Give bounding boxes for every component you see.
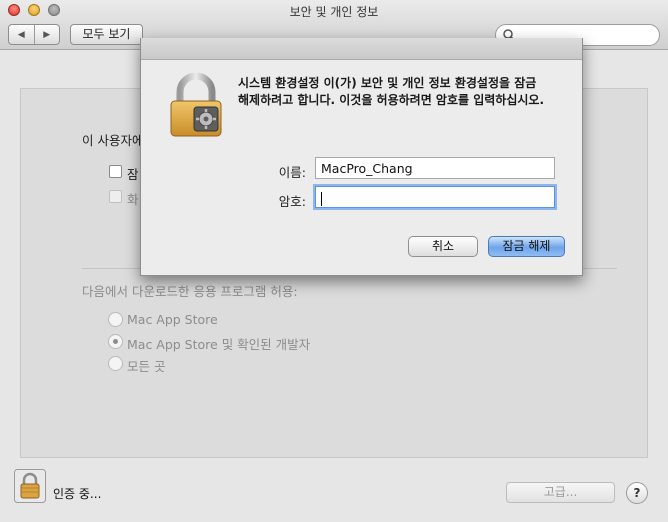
screen-message-label: 화: [127, 192, 139, 207]
forward-arrow-icon[interactable]: ▶: [33, 25, 60, 44]
help-button[interactable]: ?: [626, 482, 648, 504]
lock-icon[interactable]: [14, 469, 46, 503]
back-arrow-icon[interactable]: ◀: [9, 25, 34, 44]
unlock-button[interactable]: 잠금 해제: [488, 236, 565, 257]
advanced-button[interactable]: 고급...: [506, 482, 615, 503]
radio-identified-developers[interactable]: [108, 334, 123, 349]
require-password-label: 잠: [127, 167, 139, 182]
allow-apps-label: 다음에서 다운로드한 응용 프로그램 허용:: [82, 284, 298, 299]
screen-message-checkbox[interactable]: [109, 190, 122, 203]
name-field-value: MacPro_Chang: [321, 161, 413, 176]
auth-message-line-1: 시스템 환경설정 이(가) 보안 및 개인 정보 환경설정을 잠금: [238, 76, 537, 90]
auth-message-line-2: 해제하려고 합니다. 이것을 허용하려면 암호를 입력하십시오.: [238, 93, 545, 107]
user-login-text: 이 사용자에: [82, 133, 144, 148]
radio-anywhere[interactable]: [108, 356, 123, 371]
window-title: 보안 및 개인 정보: [289, 5, 379, 19]
require-password-checkbox[interactable]: [109, 165, 122, 178]
password-label: 암호:: [278, 194, 306, 209]
sheet-title-strip: [141, 38, 582, 60]
text-cursor: [321, 191, 322, 206]
authenticating-status: 인증 중...: [53, 487, 102, 501]
lock-gear-icon: [170, 72, 222, 137]
password-field[interactable]: [315, 186, 555, 208]
auth-sheet: 시스템 환경설정 이(가) 보안 및 개인 정보 환경설정을 잠금 해제하려고 …: [140, 38, 583, 276]
radio-mac-app-store[interactable]: [108, 312, 123, 327]
show-all-button[interactable]: 모두 보기: [70, 24, 143, 45]
radio-identified-developers-label: Mac App Store 및 확인된 개발자: [127, 337, 311, 352]
radio-mac-app-store-label: Mac App Store: [127, 312, 218, 327]
nav-back-forward: ◀ ▶: [8, 24, 60, 45]
name-field[interactable]: MacPro_Chang: [315, 157, 555, 179]
auth-message: 시스템 환경설정 이(가) 보안 및 개인 정보 환경설정을 잠금 해제하려고 …: [238, 75, 568, 109]
radio-anywhere-label: 모든 곳: [127, 359, 166, 374]
name-label: 이름:: [278, 165, 306, 180]
cancel-button[interactable]: 취소: [408, 236, 478, 257]
